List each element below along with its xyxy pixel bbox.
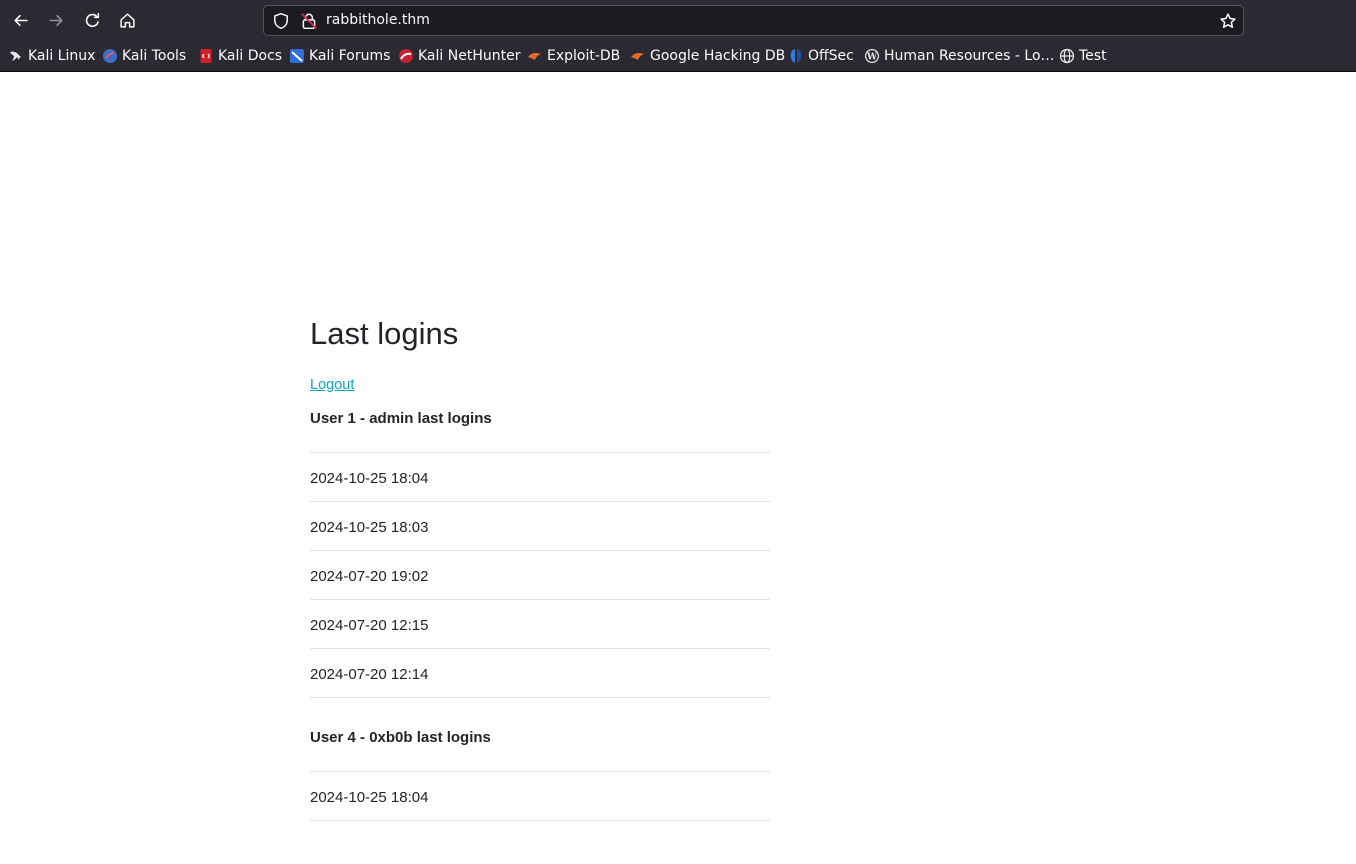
- kali-tools-icon: [103, 49, 117, 63]
- browser-toolbar: rabbithole.thm: [0, 0, 1356, 41]
- reload-button[interactable]: [78, 6, 106, 34]
- login-entry: 2024-07-20 12:14: [310, 649, 770, 698]
- exploit-db-icon: [528, 53, 541, 60]
- svg-text:W: W: [866, 53, 878, 63]
- kali-dragon-icon: [10, 51, 22, 61]
- wordpress-icon: W: [865, 49, 879, 63]
- bookmark-label: Kali Forums: [309, 48, 391, 64]
- offsec-icon: [790, 49, 802, 63]
- bookmark-label: Exploit-DB: [547, 48, 621, 64]
- bookmark-human-resources[interactable]: W Human Resources - Lo…: [864, 45, 1055, 67]
- bookmark-label: Kali Linux: [28, 48, 96, 64]
- bookmark-kali-forums[interactable]: Kali Forums: [289, 45, 390, 67]
- back-button[interactable]: [6, 6, 34, 34]
- login-entry: 2024-07-20 19:02: [310, 551, 770, 600]
- bookmark-kali-linux[interactable]: Kali Linux: [8, 45, 95, 67]
- bookmark-offsec[interactable]: OffSec: [788, 45, 854, 67]
- globe-icon: [1059, 48, 1075, 64]
- bookmark-google-hacking-db[interactable]: Google Hacking DB: [630, 45, 785, 67]
- reload-icon: [85, 12, 99, 27]
- forward-arrow-icon: [48, 14, 63, 26]
- bookmark-kali-docs[interactable]: Kali Docs: [198, 45, 282, 67]
- login-entry: 2024-10-25 18:04: [310, 772, 770, 821]
- bookmark-star-icon[interactable]: [1219, 12, 1237, 30]
- bookmark-label: Test: [1079, 48, 1107, 64]
- section-heading: User 4 - 0xb0b last logins: [310, 723, 770, 772]
- home-button[interactable]: [113, 6, 141, 34]
- bookmark-label: OffSec: [808, 48, 854, 64]
- home-icon: [119, 12, 135, 28]
- kali-nethunter-icon: [399, 49, 413, 63]
- url-bar[interactable]: rabbithole.thm: [263, 5, 1244, 36]
- kali-docs-icon: [200, 49, 212, 63]
- page-title: Last logins: [310, 316, 459, 351]
- bookmark-label: Google Hacking DB: [650, 48, 786, 64]
- user-logins-section-admin: User 1 - admin last logins 2024-10-25 18…: [310, 404, 770, 698]
- bookmark-test[interactable]: Test: [1059, 45, 1107, 67]
- login-entry: 2024-10-25 18:03: [310, 502, 770, 551]
- bookmark-label: Kali Tools: [122, 48, 187, 64]
- bookmarks-toolbar: Kali Linux Kali Tools Kali Docs Kali For…: [0, 43, 1356, 69]
- ghdb-icon: [631, 53, 644, 60]
- bookmark-label: Human Resources - Lo…: [884, 48, 1055, 64]
- insecure-lock-icon[interactable]: [300, 12, 318, 30]
- section-heading: User 1 - admin last logins: [310, 404, 770, 453]
- chrome-divider: [0, 71, 1356, 72]
- url-text[interactable]: rabbithole.thm: [326, 12, 430, 28]
- bookmark-label: Kali Docs: [218, 48, 283, 64]
- login-entry: 2024-10-25 18:04: [310, 453, 770, 502]
- logout-link[interactable]: Logout: [310, 377, 354, 393]
- tracking-shield-icon[interactable]: [272, 12, 290, 30]
- kali-forums-icon: [290, 49, 304, 63]
- bookmark-exploit-db[interactable]: Exploit-DB: [527, 45, 620, 67]
- forward-button[interactable]: [42, 6, 70, 34]
- bookmark-kali-nethunter[interactable]: Kali NetHunter: [398, 45, 520, 67]
- login-entry: 2024-07-20 12:15: [310, 600, 770, 649]
- user-logins-section-0xb0b: User 4 - 0xb0b last logins 2024-10-25 18…: [310, 723, 770, 821]
- bookmark-kali-tools[interactable]: Kali Tools: [102, 45, 186, 67]
- bookmark-label: Kali NetHunter: [418, 48, 521, 64]
- browser-chrome: rabbithole.thm Kali Linux Kali Tools Kal…: [0, 0, 1356, 72]
- back-arrow-icon: [13, 14, 28, 26]
